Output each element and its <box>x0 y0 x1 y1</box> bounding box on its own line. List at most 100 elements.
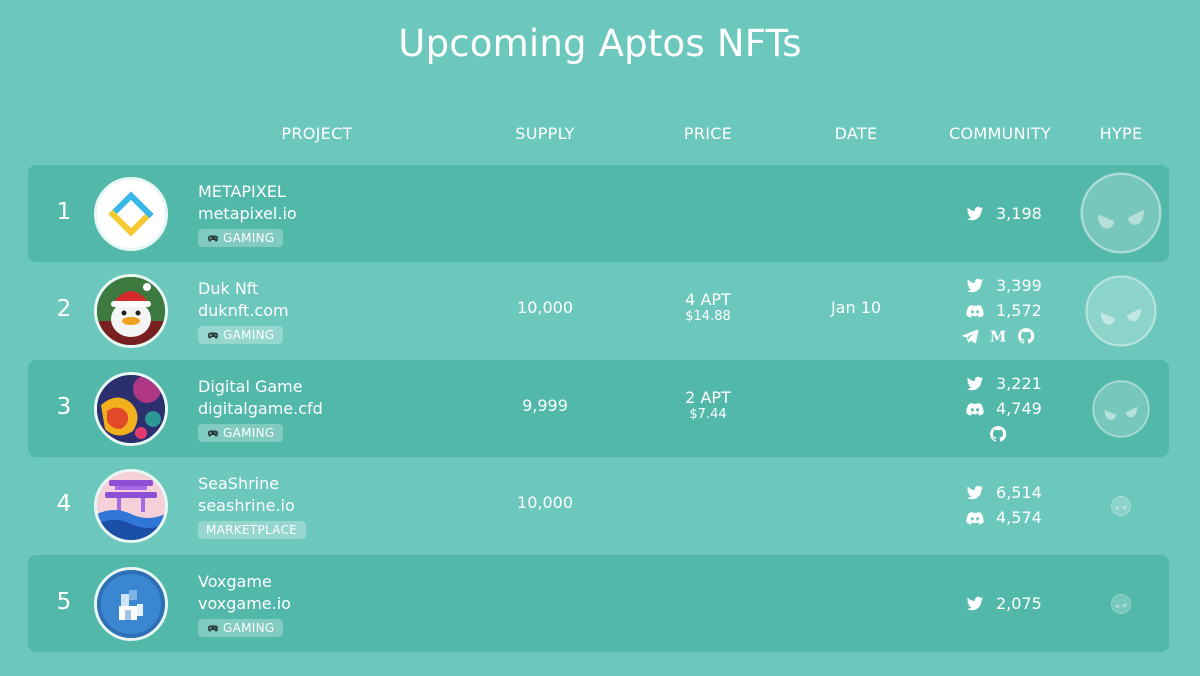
category-label: GAMING <box>223 426 275 440</box>
supply-value: 10,000 <box>517 493 573 512</box>
angry-face-icon <box>1080 172 1162 254</box>
community-stats: 3,221 4,749 <box>966 371 1086 446</box>
supply-value: 9,999 <box>522 396 568 415</box>
twitter-count: 3,399 <box>996 276 1042 295</box>
project-name[interactable]: Voxgame <box>198 571 291 593</box>
column-price[interactable]: PRICE <box>684 124 732 143</box>
project-name[interactable]: SeaShrine <box>198 473 306 495</box>
community-stats: 3,399 1,572 <box>966 273 1086 348</box>
discord-members[interactable]: 4,574 <box>966 505 1086 530</box>
angry-face-icon <box>1111 594 1131 614</box>
category-label: MARKETPLACE <box>206 523 298 537</box>
category-label: GAMING <box>223 231 275 245</box>
project-url[interactable]: voxgame.io <box>198 593 291 615</box>
project-info: Digital Game digitalgame.cfd GAMING <box>198 376 323 442</box>
social-links <box>962 421 1034 446</box>
angry-face-icon <box>1111 496 1131 516</box>
project-name[interactable]: METAPIXEL <box>198 181 297 203</box>
discord-members[interactable]: 1,572 <box>966 298 1086 323</box>
project-info: SeaShrine seashrine.io MARKETPLACE <box>198 473 307 539</box>
date-value: Jan 10 <box>830 298 882 317</box>
table-row[interactable]: 3 Digital Game digitalgame.cfd GAMING 9,… <box>28 360 1169 457</box>
rank: 3 <box>56 394 72 420</box>
table-row[interactable]: 1 METAPIXEL metapixel.io GAMING 3,198 <box>28 165 1169 262</box>
column-community[interactable]: COMMUNITY <box>949 124 1051 143</box>
project-info: METAPIXEL metapixel.io GAMING <box>198 181 297 247</box>
category-badge[interactable]: GAMING <box>198 619 284 637</box>
gamepad-icon <box>206 232 220 244</box>
price-usd: $14.88 <box>685 309 731 324</box>
price-apt: 2 APT <box>685 388 731 407</box>
category-badge[interactable]: GAMING <box>198 326 284 344</box>
price-apt: 4 APT <box>685 290 731 309</box>
twitter-icon <box>966 484 984 502</box>
rank: 2 <box>56 296 72 322</box>
project-url[interactable]: digitalgame.cfd <box>198 398 323 420</box>
project-name[interactable]: Digital Game <box>198 376 323 398</box>
community-stats: 6,514 4,574 <box>966 480 1086 530</box>
rank: 4 <box>56 491 72 517</box>
angry-face-icon <box>1085 275 1157 347</box>
gamepad-icon <box>206 622 220 634</box>
twitter-followers[interactable]: 3,399 <box>966 273 1086 298</box>
rank: 1 <box>56 199 72 225</box>
github-icon[interactable] <box>1017 327 1035 345</box>
table-row[interactable]: 2 Duk Nft duknft.com GAMING 10,000 4 APT… <box>28 262 1169 359</box>
medium-icon[interactable] <box>989 327 1007 345</box>
twitter-icon <box>966 205 984 223</box>
discord-icon <box>966 509 984 527</box>
telegram-icon[interactable] <box>961 327 979 345</box>
price-usd: $7.44 <box>689 407 727 422</box>
twitter-count: 6,514 <box>996 483 1042 502</box>
twitter-followers[interactable]: 3,221 <box>966 371 1086 396</box>
table-header: PROJECT SUPPLY PRICE DATE COMMUNITY HYPE <box>0 124 1200 148</box>
discord-icon <box>966 400 984 418</box>
column-hype[interactable]: HYPE <box>1100 124 1143 143</box>
category-label: GAMING <box>223 621 275 635</box>
project-url[interactable]: metapixel.io <box>198 203 297 225</box>
twitter-count: 3,198 <box>996 204 1042 223</box>
community-stats: 2,075 <box>966 591 1086 616</box>
discord-members[interactable]: 4,749 <box>966 396 1086 421</box>
digital-art-avatar <box>94 372 168 446</box>
twitter-followers[interactable]: 6,514 <box>966 480 1086 505</box>
twitter-icon <box>966 595 984 613</box>
duck-avatar <box>94 274 168 348</box>
project-url[interactable]: duknft.com <box>198 300 289 322</box>
metapixel-logo <box>94 177 168 251</box>
social-links <box>962 323 1034 348</box>
angry-face-icon <box>1092 380 1150 438</box>
discord-count: 4,574 <box>996 508 1042 527</box>
project-name[interactable]: Duk Nft <box>198 278 289 300</box>
twitter-icon <box>966 277 984 295</box>
community-stats: 3,198 <box>966 201 1086 226</box>
gamepad-icon <box>206 427 220 439</box>
twitter-count: 3,221 <box>996 374 1042 393</box>
rank: 5 <box>56 589 72 615</box>
column-supply[interactable]: SUPPLY <box>515 124 575 143</box>
category-label: GAMING <box>223 328 275 342</box>
table-row[interactable]: 5 Voxgame voxgame.io GAMING 2,075 <box>28 555 1169 652</box>
column-date[interactable]: DATE <box>835 124 878 143</box>
project-info: Voxgame voxgame.io GAMING <box>198 571 291 637</box>
column-project[interactable]: PROJECT <box>281 124 352 143</box>
twitter-count: 2,075 <box>996 594 1042 613</box>
discord-count: 1,572 <box>996 301 1042 320</box>
supply-value: 10,000 <box>517 298 573 317</box>
category-badge[interactable]: MARKETPLACE <box>198 521 307 539</box>
voxel-avatar <box>94 567 168 641</box>
category-badge[interactable]: GAMING <box>198 229 284 247</box>
twitter-followers[interactable]: 2,075 <box>966 591 1086 616</box>
discord-icon <box>966 302 984 320</box>
twitter-followers[interactable]: 3,198 <box>966 201 1086 226</box>
category-badge[interactable]: GAMING <box>198 424 284 442</box>
project-url[interactable]: seashrine.io <box>198 495 306 517</box>
page-title: Upcoming Aptos NFTs <box>398 22 802 65</box>
shrine-avatar <box>94 469 168 543</box>
twitter-icon <box>966 375 984 393</box>
project-info: Duk Nft duknft.com GAMING <box>198 278 289 344</box>
table-row[interactable]: 4 SeaShrine seashrine.io MARKETPLACE 10,… <box>28 457 1169 554</box>
github-icon[interactable] <box>989 425 1007 443</box>
discord-count: 4,749 <box>996 399 1042 418</box>
gamepad-icon <box>206 329 220 341</box>
